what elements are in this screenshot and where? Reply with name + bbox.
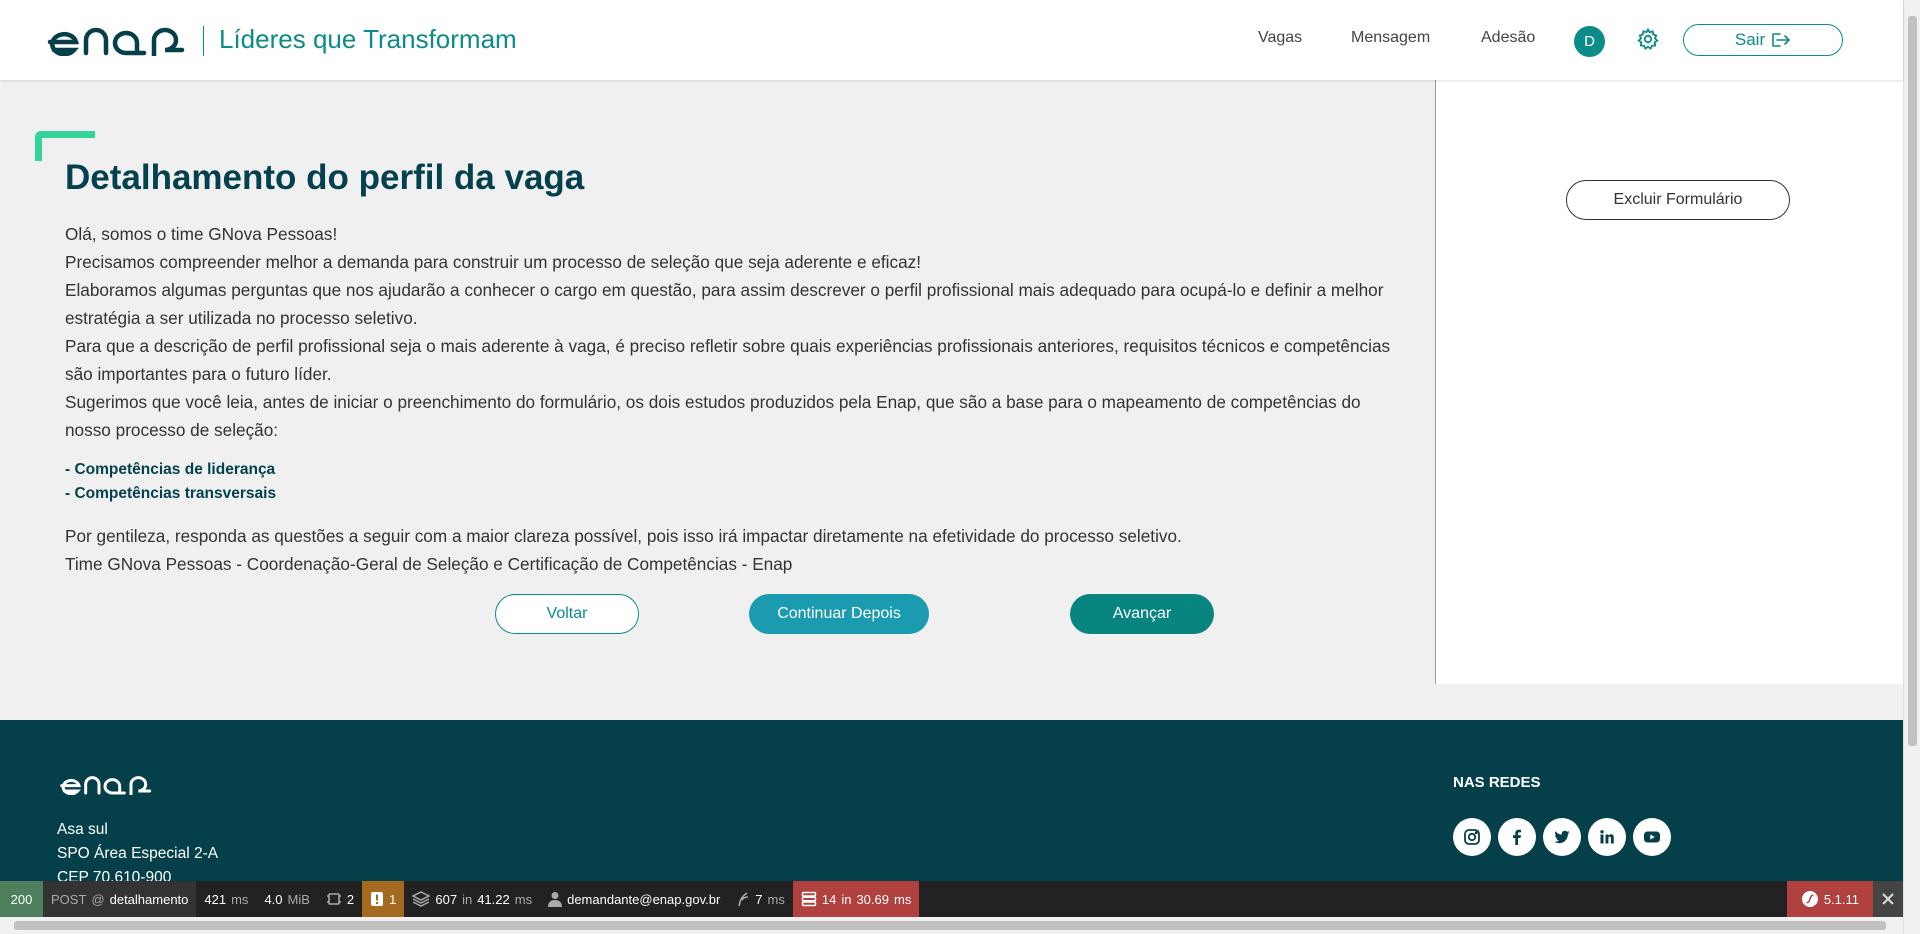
facebook-icon[interactable] [1498,818,1536,856]
route-name: detalhamento [109,891,189,907]
memory-panel[interactable]: 4.0 MiB [256,881,317,917]
nav-vagas[interactable]: Vagas [1258,29,1302,47]
intro-text: Olá, somos o time GNova Pessoas! Precisa… [65,220,1395,444]
status-code[interactable]: 200 [0,881,43,917]
scroll-thumb[interactable] [14,921,1886,930]
forms-count: 2 [346,891,355,907]
security-panel[interactable]: demandante@enap.gov.br [540,881,728,917]
top-header: Líderes que Transformam Vagas Mensagem A… [0,0,1903,80]
enap-logo-footer [60,776,152,795]
twig-time: 7 [755,891,763,907]
db-queries: 14 [821,891,837,907]
closing-paragraph: Por gentileza, responda as questões a se… [65,526,1182,546]
intro-paragraph: Para que a descrição de perfil profissio… [65,336,1391,384]
intro-paragraph: Olá, somos o time GNova Pessoas! [65,224,338,244]
vertical-scrollbar[interactable] [1903,0,1920,934]
memory-unit: MiB [287,891,310,907]
continue-later-button[interactable]: Continuar Depois [749,594,929,634]
youtube-icon[interactable] [1633,818,1671,856]
close-toolbar-button[interactable] [1873,881,1903,917]
title-accent-bracket [35,131,95,161]
cache-panel[interactable]: 607 in 41.22 ms [404,881,540,917]
logout-button[interactable]: Sair [1683,24,1843,56]
request-info[interactable]: POST @ detalhamento [43,881,197,917]
cache-in: in [462,891,473,907]
address-line: Asa sul [57,821,108,838]
link-competencias-lideranca[interactable]: - Competências de liderança [65,458,276,482]
twitter-icon[interactable] [1543,818,1581,856]
symfony-icon [1801,891,1818,907]
intro-paragraph: Precisamos compreender melhor a demanda … [65,252,922,272]
forms-icon [326,893,341,905]
db-panel[interactable]: 14 in 30.69 ms [792,881,920,917]
social-title: NAS REDES [1453,774,1541,791]
intro-paragraph: Sugerimos que você leia, antes de inicia… [65,392,1361,440]
scroll-thumb[interactable] [1908,16,1917,746]
cache-time: 41.22 [477,891,510,907]
at-sign: @ [91,891,105,907]
app-title: Líderes que Transformam [219,24,517,54]
logout-label: Sair [1734,30,1766,49]
db-time: 30.69 [856,891,889,907]
logs-panel[interactable]: 1 [362,881,405,917]
instagram-icon[interactable] [1453,818,1491,856]
logo-divider [203,26,204,56]
close-icon [1882,893,1894,905]
layers-icon [412,891,431,907]
link-competencias-transversais[interactable]: - Competências transversais [65,482,276,506]
user-icon [548,892,563,907]
address-line: SPO Área Especial 2-A [57,845,219,862]
version-number: 5.1.11 [1823,891,1859,907]
twig-panel[interactable]: 7 ms [728,881,793,917]
db-unit: ms [894,891,912,907]
db-in: in [841,891,852,907]
gear-icon[interactable] [1636,27,1660,51]
page-title: Detalhamento do perfil da vaga [65,158,585,197]
cache-calls: 607 [435,891,458,907]
linkedin-icon[interactable] [1588,818,1626,856]
logout-icon [1772,33,1790,47]
study-links: - Competências de liderança - Competênci… [65,458,276,506]
nav-mensagem[interactable]: Mensagem [1351,29,1430,47]
user-avatar[interactable]: D [1574,26,1605,57]
memory-value: 4.0 [264,891,283,907]
next-button[interactable]: Avançar [1070,594,1214,634]
user-email: demandante@enap.gov.br [567,891,721,907]
nav-adesao[interactable]: Adesão [1481,29,1535,47]
cache-unit: ms [514,891,533,907]
database-icon [801,891,817,907]
enap-logo[interactable] [46,26,187,56]
intro-paragraph: Elaboramos algumas perguntas que nos aju… [65,280,1384,328]
time-value: 421 [204,891,227,907]
right-sidebar: Excluir Formulário [1435,80,1903,684]
twig-unit: ms [767,891,785,907]
footer-address: Asa sul SPO Área Especial 2-A CEP 70.610… [57,818,218,890]
symfony-version[interactable]: 5.1.11 [1786,881,1873,917]
twig-icon [738,892,749,907]
warning-icon [371,892,384,906]
horizontal-scrollbar[interactable] [0,917,1903,934]
time-panel[interactable]: 421 ms [196,881,256,917]
debug-toolbar: 200 POST @ detalhamento 421 ms 4.0 MiB 2… [0,881,1903,917]
signature-line: Time GNova Pessoas - Coordenação-Geral d… [65,554,793,574]
back-button[interactable]: Voltar [495,594,639,634]
forms-panel[interactable]: 2 [318,881,362,917]
request-method: POST [51,891,87,907]
time-unit: ms [231,891,249,907]
delete-form-button[interactable]: Excluir Formulário [1566,180,1790,220]
closing-text: Por gentileza, responda as questões a se… [65,522,1395,578]
logs-count: 1 [389,891,397,907]
